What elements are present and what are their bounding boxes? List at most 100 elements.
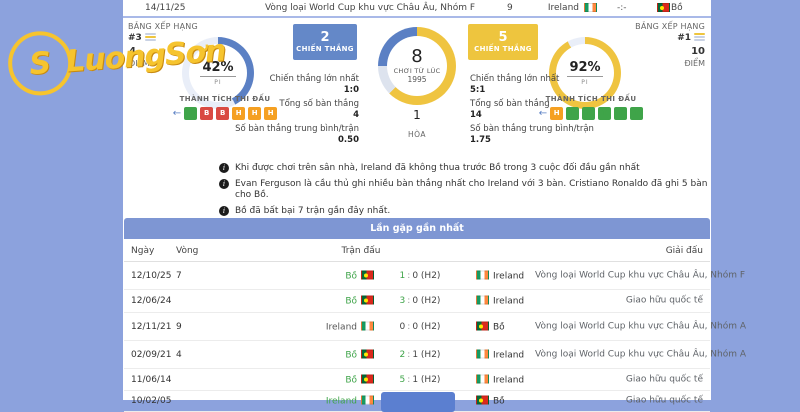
main-panel: 14/11/25 Vòng loại World Cup khu vực Châ… [123, 0, 711, 400]
table-row[interactable]: 11/06/14 Bồ 5:1 (H2) Ireland Giao hữu qu… [124, 369, 710, 391]
away-rank-label: BẢNG XẾP HẠNG [635, 22, 705, 31]
col-round: Vòng [176, 246, 198, 256]
portugal-flag-icon [361, 374, 374, 383]
form-direction-arrow-icon: ← [173, 108, 181, 120]
table-row[interactable]: 12/10/25 7 Bồ 1:0 (H2) Ireland Vòng loại… [124, 262, 710, 290]
match-tournament: Giao hữu quốc tế [535, 296, 703, 307]
stat-label: Chiến thắng lớn nhất [470, 74, 598, 85]
away-wins-label: CHIẾN THẮNG [468, 45, 538, 53]
form-box: B [216, 107, 229, 120]
home-form: THÀNH TÍCH THI ĐẤU ← T B B H H H [155, 95, 295, 120]
fixture-date: 14/11/25 [145, 3, 185, 13]
table-row[interactable]: 12/11/21 9 Ireland 0:0 (H2) Bồ Vòng loại… [124, 313, 710, 341]
fixture-home-team: Ireland [539, 3, 579, 13]
h2h-record-donut: 8 CHƠI TỪ LÚC 1995 [378, 27, 456, 105]
match-date: 02/09/21 [131, 350, 171, 360]
home-team-name: Bồ [345, 375, 357, 385]
home-wins-count: 2 [293, 31, 357, 45]
table-row[interactable]: 02/09/21 4 Bồ 2:1 (H2) Ireland Vòng loại… [124, 341, 710, 369]
form-box: H [232, 107, 245, 120]
away-wins-box: 5 CHIẾN THẮNG [468, 24, 538, 60]
h2h-draws-count: 1 [378, 108, 456, 122]
form-box: B [200, 107, 213, 120]
form-box: H [248, 107, 261, 120]
fixture-header[interactable]: 14/11/25 Vòng loại World Cup khu vực Châ… [123, 0, 711, 18]
home-wins-label: CHIẾN THẮNG [293, 45, 357, 53]
home-team-name: Bồ [345, 350, 357, 360]
away-team-name: Bồ [493, 397, 505, 407]
portugal-flag-icon [361, 349, 374, 358]
portugal-flag-icon [476, 396, 489, 405]
form-box: T [630, 107, 643, 120]
away-team-name: Ireland [493, 271, 524, 281]
ireland-flag-icon [476, 270, 489, 279]
away-team-name: Bồ [493, 322, 505, 332]
home-points-value: 4 [129, 46, 136, 57]
home-team-name: Bồ [345, 271, 357, 281]
form-box: T [566, 107, 579, 120]
stat-label: Số bàn thắng trung bình/trận [231, 124, 359, 135]
insight-notes: i Khi được chơi trên sân nhà, Ireland đã … [219, 163, 711, 222]
away-wins-count: 5 [468, 31, 538, 45]
match-score: 3:0 (H2) [380, 296, 460, 306]
match-round: 7 [176, 271, 182, 281]
match-date: 12/11/21 [131, 322, 171, 332]
match-tournament: Vòng loại World Cup khu vực Châu Âu, Nhó… [535, 270, 703, 281]
match-score: 5:1 (H2) [380, 375, 460, 385]
h2h-draws-block: 1 HÒA [378, 108, 456, 141]
form-direction-arrow-icon: ← [539, 108, 547, 120]
ireland-flag-icon [476, 374, 489, 383]
form-box: T [582, 107, 595, 120]
away-rank-block: BẢNG XẾP HẠNG #1 [635, 22, 705, 43]
form-box: T [598, 107, 611, 120]
home-performance-sub: PI [214, 79, 221, 86]
col-date: Ngày [131, 246, 154, 256]
home-rank-value: #3 [128, 33, 142, 43]
match-date: 12/10/25 [131, 271, 171, 281]
stat-label: Số bàn thắng trung bình/trận [470, 124, 598, 135]
table-row[interactable]: 12/06/24 Bồ 3:0 (H2) Ireland Giao hữu qu… [124, 290, 710, 313]
fixture-round: 9 [507, 3, 513, 13]
portugal-flag-icon [361, 296, 374, 305]
away-team-name: Ireland [493, 375, 524, 385]
away-points-block: 10 ĐIỂM [684, 46, 705, 68]
match-round: 4 [176, 350, 182, 360]
match-date: 12/06/24 [131, 296, 171, 306]
col-tournament: Giải đấu [666, 246, 703, 256]
info-icon: i [219, 206, 229, 216]
form-box: H [550, 107, 563, 120]
stat-value: 1.75 [470, 135, 598, 146]
home-points-block: 4 ĐIỂM [129, 46, 150, 68]
h2h-since-year: 1995 [407, 75, 426, 84]
match-date: 11/06/14 [131, 375, 171, 385]
home-team-name: Bồ [345, 297, 357, 307]
match-tournament: Vòng loại World Cup khu vực Châu Âu, Nhó… [535, 349, 703, 360]
home-rank-block: BẢNG XẾP HẠNG #3 [128, 22, 198, 43]
watermark-logo-icon: S [6, 29, 74, 97]
home-points-label: ĐIỂM [129, 59, 150, 68]
form-box: T [614, 107, 627, 120]
standings-icon [145, 33, 156, 41]
home-wins-box: 2 CHIẾN THẮNG [293, 24, 357, 60]
away-points-label: ĐIỂM [684, 59, 705, 68]
home-team-name: Ireland [326, 397, 357, 407]
h2h-table-title: Lần gặp gần nhất [124, 218, 710, 239]
form-box: T [184, 107, 197, 120]
fixture-away-team: Bồ [671, 3, 683, 13]
home-rank-label: BẢNG XẾP HẠNG [128, 22, 198, 31]
ireland-flag-icon [581, 3, 600, 14]
match-score: 0:0 (H2) [380, 322, 460, 332]
show-more-button[interactable] [381, 392, 455, 412]
away-team-name: Ireland [493, 297, 524, 307]
match-tournament: Vòng loại World Cup khu vực Châu Âu, Nhó… [535, 321, 703, 332]
ireland-flag-icon [476, 296, 489, 305]
form-box: H [264, 107, 277, 120]
away-form-label: THÀNH TÍCH THI ĐẤU [521, 95, 661, 103]
ireland-flag-icon [476, 349, 489, 358]
home-form-label: THÀNH TÍCH THI ĐẤU [155, 95, 295, 103]
match-date: 10/02/05 [131, 396, 171, 406]
note-text: Khi được chơi trên sân nhà, Ireland đã k… [235, 163, 640, 174]
portugal-flag-icon [361, 270, 374, 279]
standings-icon [694, 33, 705, 41]
away-form: THÀNH TÍCH THI ĐẤU ← H T T T T T [521, 95, 661, 120]
